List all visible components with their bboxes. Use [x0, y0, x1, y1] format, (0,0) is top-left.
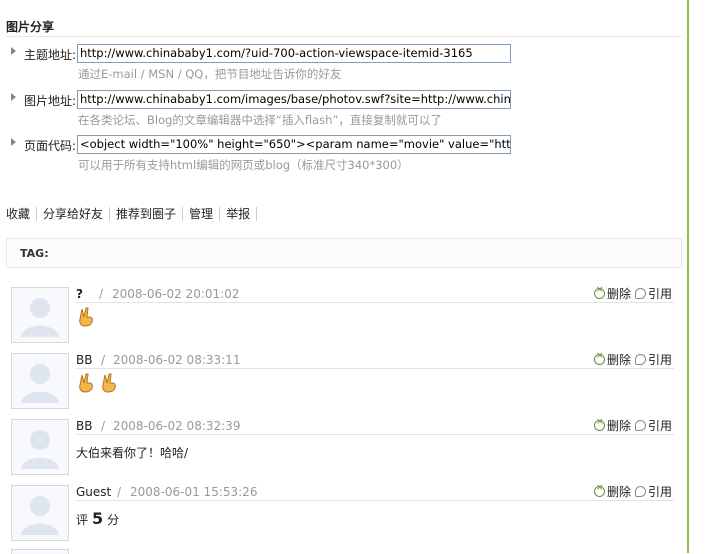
action-bar: 收藏 分享给好友 推荐到圈子 管理 举报 [6, 206, 258, 222]
quote-label: 引用 [647, 353, 672, 367]
victory-hand-icon [102, 373, 116, 393]
comment-date: 2008-06-01 15:53:26 [130, 485, 258, 499]
tag-label: TAG: [20, 247, 49, 260]
comment-ops: 删除 引用 [590, 351, 672, 368]
comment-ops: 删除 引用 [590, 285, 672, 302]
delete-button[interactable]: 删除 [593, 417, 631, 434]
quote-label: 引用 [647, 419, 672, 433]
comment-meta-divider [76, 302, 674, 303]
quote-bubble-icon [634, 354, 646, 365]
meta-separator: / [99, 287, 104, 301]
section-title: 图片分享 [6, 20, 55, 34]
delete-label: 删除 [606, 287, 631, 301]
triangle-right-icon [11, 93, 16, 101]
comment-ops: 删除 引用 [590, 417, 672, 434]
comment-meta-divider [76, 434, 674, 435]
comment-date: 2008-06-02 08:32:39 [113, 419, 241, 433]
share-label: 图片地址: [24, 94, 77, 108]
comment-author[interactable]: BB [76, 419, 92, 433]
delete-label: 删除 [606, 419, 631, 433]
share-row-image: 图片地址: http://www.chinababy1.com/images/b… [0, 90, 680, 130]
delete-button[interactable]: 删除 [593, 285, 631, 302]
meta-separator: / [101, 353, 106, 367]
report-link[interactable]: 举报 [220, 207, 258, 221]
recommend-to-circle-link[interactable]: 推荐到圈子 [110, 207, 184, 221]
score-prefix: 评 [76, 513, 89, 527]
delete-label: 删除 [606, 353, 631, 367]
comment-meta-divider [76, 500, 674, 501]
delete-circle-icon [593, 285, 605, 299]
share-to-friend-link[interactable]: 分享给好友 [37, 207, 111, 221]
topic-url-field[interactable]: http://www.chinababy1.com/?uid-700-actio… [77, 44, 511, 63]
score-value: 5 [92, 509, 104, 528]
favorite-link[interactable]: 收藏 [6, 207, 38, 221]
default-avatar-icon[interactable] [11, 287, 69, 343]
right-border-line [687, 0, 689, 553]
comment-meta-divider [76, 368, 674, 369]
share-row-topic: 主题地址: http://www.chinababy1.com/?uid-700… [0, 44, 680, 84]
comment-item: ? / 2008-06-02 20:01:02 删除 引用 [0, 285, 680, 349]
manage-link[interactable]: 管理 [183, 207, 221, 221]
delete-button[interactable]: 删除 [593, 483, 631, 500]
triangle-right-icon [11, 138, 16, 146]
default-avatar-icon[interactable] [11, 549, 69, 554]
comment-item: BB / 2008-06-02 08:32:39 删除 引用 大伯来看你了！哈哈… [0, 417, 680, 481]
triangle-right-icon [11, 47, 16, 55]
quote-bubble-icon [634, 486, 646, 497]
comment-author[interactable]: Guest [76, 485, 111, 499]
default-avatar-icon[interactable] [11, 419, 69, 475]
delete-circle-icon [593, 351, 605, 365]
delete-label: 删除 [606, 485, 631, 499]
delete-button[interactable]: 删除 [593, 351, 631, 368]
quote-label: 引用 [647, 485, 672, 499]
victory-hand-icon [79, 307, 93, 327]
comment-author[interactable]: ? [76, 287, 83, 301]
title-divider [6, 36, 682, 37]
comment-author[interactable]: BB [76, 353, 92, 367]
tag-box: TAG: [6, 238, 682, 268]
victory-hand-icon [79, 373, 93, 393]
quote-bubble-icon [634, 420, 646, 431]
quote-button[interactable]: 引用 [634, 483, 672, 500]
share-hint: 通过E-mail / MSN / QQ，把节目地址告诉你的好友 [78, 67, 342, 81]
quote-label: 引用 [647, 287, 672, 301]
comment-text: 大伯来看你了！哈哈/ [76, 446, 189, 460]
comment-item: Guest / 2008-06-01 15:53:26 删除 引用 评5分 [0, 483, 680, 547]
comment-date: 2008-06-02 08:33:11 [113, 353, 241, 367]
page-code-field[interactable]: <object width="100%" height="650"><param… [77, 135, 511, 154]
score-text: 评5分 [76, 509, 119, 528]
delete-circle-icon [593, 483, 605, 497]
quote-bubble-icon [634, 288, 646, 299]
comment-ops: 删除 引用 [590, 483, 672, 500]
quote-button[interactable]: 引用 [634, 285, 672, 302]
delete-circle-icon [593, 417, 605, 431]
quote-button[interactable]: 引用 [634, 417, 672, 434]
share-label: 页面代码: [24, 139, 77, 153]
score-suffix: 分 [107, 513, 120, 527]
default-avatar-icon[interactable] [11, 353, 69, 409]
default-avatar-icon[interactable] [11, 485, 69, 541]
comment-date: 2008-06-02 20:01:02 [112, 287, 240, 301]
meta-separator: / [101, 419, 106, 433]
share-hint: 在各类论坛、Blog的文章编辑器中选择“插入flash”，直接复制就可以了 [78, 113, 442, 127]
share-hint: 可以用于所有支持html编辑的网页或blog（标准尺寸340*300） [78, 158, 409, 172]
share-label: 主题地址: [24, 48, 77, 62]
meta-separator: / [117, 485, 122, 499]
share-row-code: 页面代码: <object width="100%" height="650">… [0, 135, 680, 175]
comment-item: BB / 2008-06-02 08:33:11 删除 引用 [0, 351, 680, 415]
image-url-field[interactable]: http://www.chinababy1.com/images/base/ph… [77, 90, 511, 109]
quote-button[interactable]: 引用 [634, 351, 672, 368]
